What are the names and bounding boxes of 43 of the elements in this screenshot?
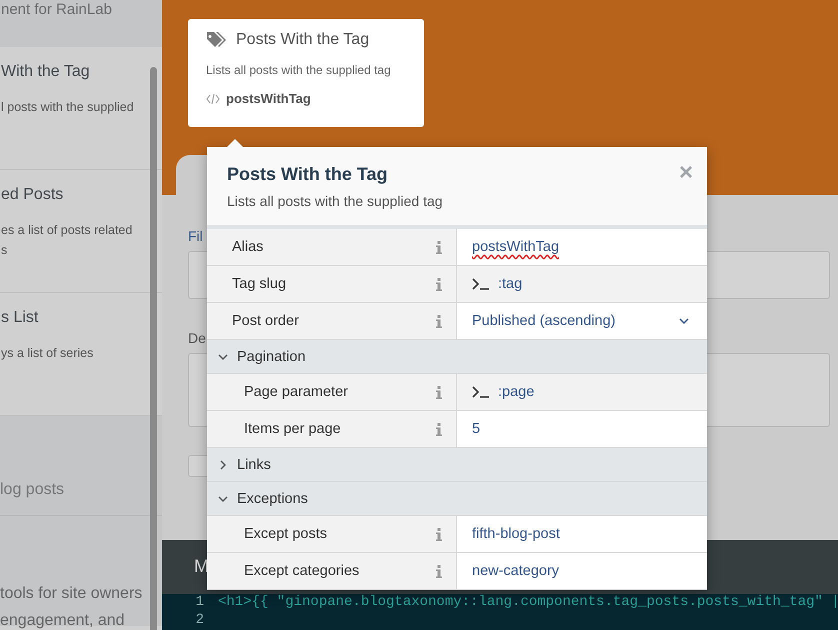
property-label: Page parameter [244,384,348,400]
property-group[interactable]: Exceptions [207,482,707,516]
property-label: Items per page [244,421,341,437]
field-label: Fil [188,227,203,246]
component-alias: postsWithTag [226,91,311,106]
property-label: Alias [232,239,264,255]
info-icon [436,314,442,328]
property-label: Except categories [244,563,360,579]
property-input[interactable]: fifth-blog-post [457,516,707,552]
property-input[interactable]: postsWithTag [457,229,707,265]
info-icon [436,422,442,436]
component-card[interactable]: Posts With the Tag Lists all posts with the supplied tag postsWithTag [188,19,424,127]
property-input[interactable]: new-category [457,553,707,589]
plugin-description: tools for site owners engagement, and [0,584,144,630]
property-input[interactable]: :tag [498,276,522,292]
property-group[interactable]: Pagination [207,340,707,374]
property-label: Tag slug [232,276,286,292]
line-number: 1 [194,594,205,612]
inspector-description: Lists all posts with the supplied tag [227,193,443,209]
component-title: Posts With the Tag [236,31,370,49]
component-description: Lists all posts with the supplied tag [206,63,392,77]
terminal-icon [472,278,490,290]
property-label: Post order [232,313,299,329]
property-input[interactable]: :page [498,384,534,400]
info-icon [436,564,442,578]
terminal-icon [472,386,490,398]
property-group[interactable]: Links [207,448,707,482]
scrollbar[interactable] [150,67,157,630]
code-line: <h1>{{ "ginopane.blogtaxonomy::lang.components.tag_posts.posts_with_tag" | [218,594,838,610]
plugin-title: nent for RainLab [1,2,112,17]
info-icon [436,278,442,290]
info-icon [436,528,442,540]
info-icon [436,240,442,254]
property-input[interactable]: 5 [457,411,707,447]
line-number: 2 [194,612,205,630]
chevron-down-icon [679,318,689,324]
code-icon [206,94,220,104]
info-icon [436,386,442,398]
property-dropdown[interactable]: Published (ascending) [457,303,707,339]
field-label: De [188,329,206,348]
inspector-title: Posts With the Tag [227,164,388,185]
property-label: Except posts [244,526,328,542]
tags-icon [206,31,228,49]
